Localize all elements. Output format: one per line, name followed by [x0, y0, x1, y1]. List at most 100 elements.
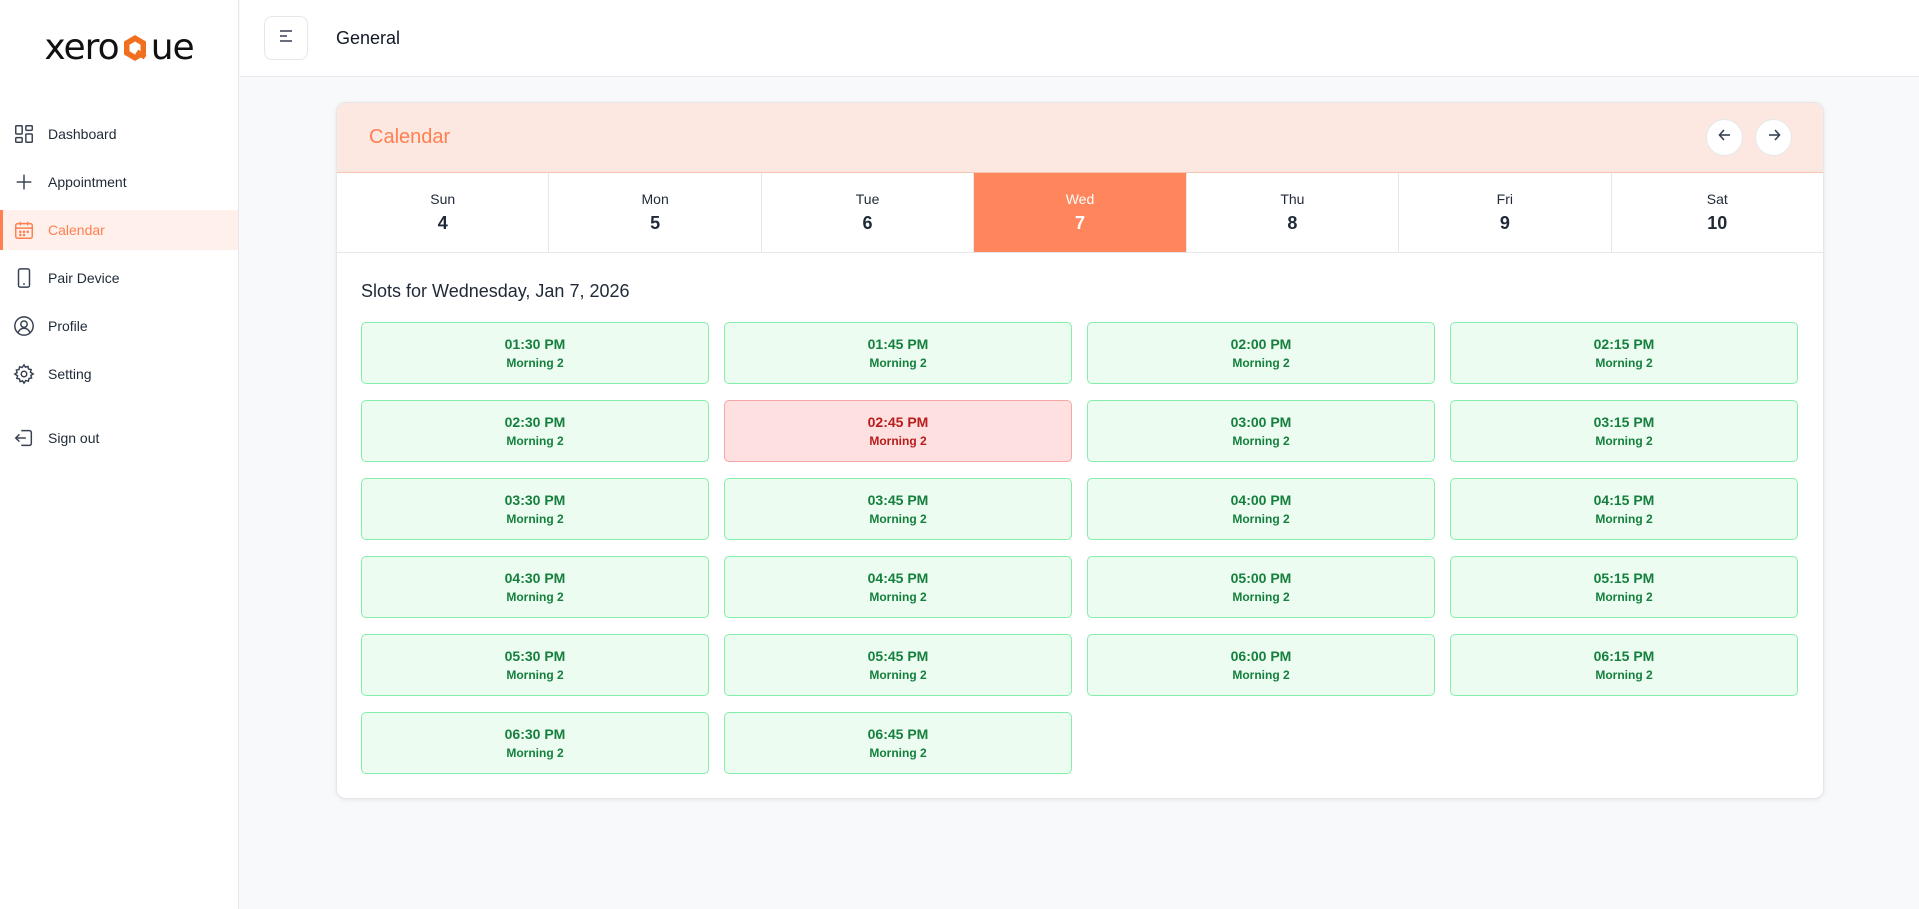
- slot-time: 02:30 PM: [504, 414, 566, 430]
- sign-out-icon: [12, 426, 36, 450]
- day-fri[interactable]: Fri 9: [1399, 173, 1612, 252]
- slot-label: Morning 2: [869, 746, 927, 760]
- slot-time: 04:45 PM: [867, 570, 929, 586]
- calendar-title: Calendar: [369, 126, 451, 148]
- day-name: Mon: [641, 191, 669, 207]
- time-slot[interactable]: 05:00 PM Morning 2: [1087, 556, 1435, 618]
- time-slot[interactable]: 02:15 PM Morning 2: [1450, 322, 1798, 384]
- topbar: General: [240, 0, 1919, 77]
- day-name: Wed: [1065, 191, 1095, 207]
- time-slot[interactable]: 04:15 PM Morning 2: [1450, 478, 1798, 540]
- sidebar-item-label: Profile: [48, 318, 88, 334]
- time-slot[interactable]: 06:45 PM Morning 2: [724, 712, 1072, 774]
- sidebar-item-sign-out[interactable]: Sign out: [0, 418, 238, 458]
- next-week-button[interactable]: [1755, 119, 1792, 156]
- week-navigation: [1706, 119, 1792, 156]
- slot-label: Morning 2: [1595, 512, 1653, 526]
- dashboard-icon: [12, 122, 36, 146]
- slot-time: 01:30 PM: [504, 336, 566, 352]
- day-number: 6: [862, 213, 873, 233]
- sidebar-item-label: Pair Device: [48, 270, 120, 286]
- time-slot-booked[interactable]: 02:45 PM Morning 2: [724, 400, 1072, 462]
- sidebar-item-dashboard[interactable]: Dashboard: [0, 114, 238, 154]
- slot-time: 02:45 PM: [867, 414, 929, 430]
- sidebar-item-profile[interactable]: Profile: [0, 306, 238, 346]
- slot-label: Morning 2: [869, 668, 927, 682]
- sidebar-nav: Dashboard Appointment Calendar Pair Devi…: [0, 114, 238, 458]
- time-slot[interactable]: 03:15 PM Morning 2: [1450, 400, 1798, 462]
- slot-time: 02:15 PM: [1593, 336, 1655, 352]
- time-slot[interactable]: 01:30 PM Morning 2: [361, 322, 709, 384]
- sidebar-item-calendar[interactable]: Calendar: [0, 210, 238, 250]
- time-slot[interactable]: 03:30 PM Morning 2: [361, 478, 709, 540]
- logo[interactable]: xero ue: [0, 0, 238, 95]
- time-slot[interactable]: 06:30 PM Morning 2: [361, 712, 709, 774]
- sidebar: xero ue Dashboard Appointment Calendar P…: [0, 0, 239, 909]
- day-tue[interactable]: Tue 6: [762, 173, 975, 252]
- sidebar-item-appointment[interactable]: Appointment: [0, 162, 238, 202]
- slot-label: Morning 2: [1595, 434, 1653, 448]
- arrow-right-icon: [1765, 126, 1783, 149]
- plus-icon: [12, 170, 36, 194]
- time-slot[interactable]: 01:45 PM Morning 2: [724, 322, 1072, 384]
- day-sun[interactable]: Sun 4: [337, 173, 550, 252]
- tablet-icon: [12, 266, 36, 290]
- time-slot[interactable]: 04:00 PM Morning 2: [1087, 478, 1435, 540]
- day-name: Fri: [1496, 191, 1513, 207]
- day-number: 9: [1499, 213, 1510, 233]
- slot-label: Morning 2: [506, 746, 564, 760]
- previous-week-button[interactable]: [1706, 119, 1743, 156]
- slot-time: 05:00 PM: [1230, 570, 1292, 586]
- slot-time: 06:30 PM: [504, 726, 566, 742]
- slot-time: 06:45 PM: [867, 726, 929, 742]
- time-slot[interactable]: 02:30 PM Morning 2: [361, 400, 709, 462]
- slot-time: 04:30 PM: [504, 570, 566, 586]
- time-slot[interactable]: 04:30 PM Morning 2: [361, 556, 709, 618]
- day-name: Thu: [1280, 191, 1305, 207]
- logo-q-icon: [120, 33, 150, 63]
- calendar-card: Calendar Sun 4 Mon 5 Tue 6 Wed 7 Thu 8 F…: [336, 102, 1824, 799]
- slot-label: Morning 2: [1595, 590, 1653, 604]
- slot-time: 04:00 PM: [1230, 492, 1292, 508]
- slot-label: Morning 2: [1232, 356, 1290, 370]
- day-wed-selected[interactable]: Wed 7: [974, 173, 1187, 252]
- day-number: 5: [650, 213, 661, 233]
- time-slot[interactable]: 05:15 PM Morning 2: [1450, 556, 1798, 618]
- time-slot[interactable]: 03:45 PM Morning 2: [724, 478, 1072, 540]
- slot-time: 05:30 PM: [504, 648, 566, 664]
- slots-grid: 01:30 PM Morning 2 01:45 PM Morning 2 02:0…: [361, 322, 1823, 774]
- slot-label: Morning 2: [506, 512, 564, 526]
- day-sat[interactable]: Sat 10: [1612, 173, 1823, 252]
- day-thu[interactable]: Thu 8: [1187, 173, 1400, 252]
- slot-label: Morning 2: [1595, 668, 1653, 682]
- time-slot[interactable]: 05:45 PM Morning 2: [724, 634, 1072, 696]
- slot-time: 03:00 PM: [1230, 414, 1292, 430]
- day-number: 10: [1707, 213, 1728, 233]
- calendar-icon: [12, 218, 36, 242]
- time-slot[interactable]: 06:00 PM Morning 2: [1087, 634, 1435, 696]
- slot-label: Morning 2: [506, 356, 564, 370]
- time-slot[interactable]: 06:15 PM Morning 2: [1450, 634, 1798, 696]
- sidebar-item-label: Calendar: [48, 222, 105, 238]
- menu-toggle-button[interactable]: [264, 16, 308, 60]
- sidebar-item-label: Sign out: [48, 430, 100, 446]
- slot-time: 06:15 PM: [1593, 648, 1655, 664]
- day-mon[interactable]: Mon 5: [549, 173, 762, 252]
- slot-time: 03:45 PM: [867, 492, 929, 508]
- time-slot[interactable]: 04:45 PM Morning 2: [724, 556, 1072, 618]
- slot-label: Morning 2: [1232, 512, 1290, 526]
- slot-time: 03:15 PM: [1593, 414, 1655, 430]
- slot-time: 05:15 PM: [1593, 570, 1655, 586]
- day-name: Sun: [430, 191, 456, 207]
- sidebar-item-pair-device[interactable]: Pair Device: [0, 258, 238, 298]
- menu-icon: [277, 27, 295, 50]
- slot-time: 04:15 PM: [1593, 492, 1655, 508]
- slot-label: Morning 2: [869, 590, 927, 604]
- day-number: 4: [437, 213, 448, 233]
- time-slot[interactable]: 03:00 PM Morning 2: [1087, 400, 1435, 462]
- slot-time: 05:45 PM: [867, 648, 929, 664]
- slot-label: Morning 2: [506, 434, 564, 448]
- time-slot[interactable]: 05:30 PM Morning 2: [361, 634, 709, 696]
- time-slot[interactable]: 02:00 PM Morning 2: [1087, 322, 1435, 384]
- sidebar-item-setting[interactable]: Setting: [0, 354, 238, 394]
